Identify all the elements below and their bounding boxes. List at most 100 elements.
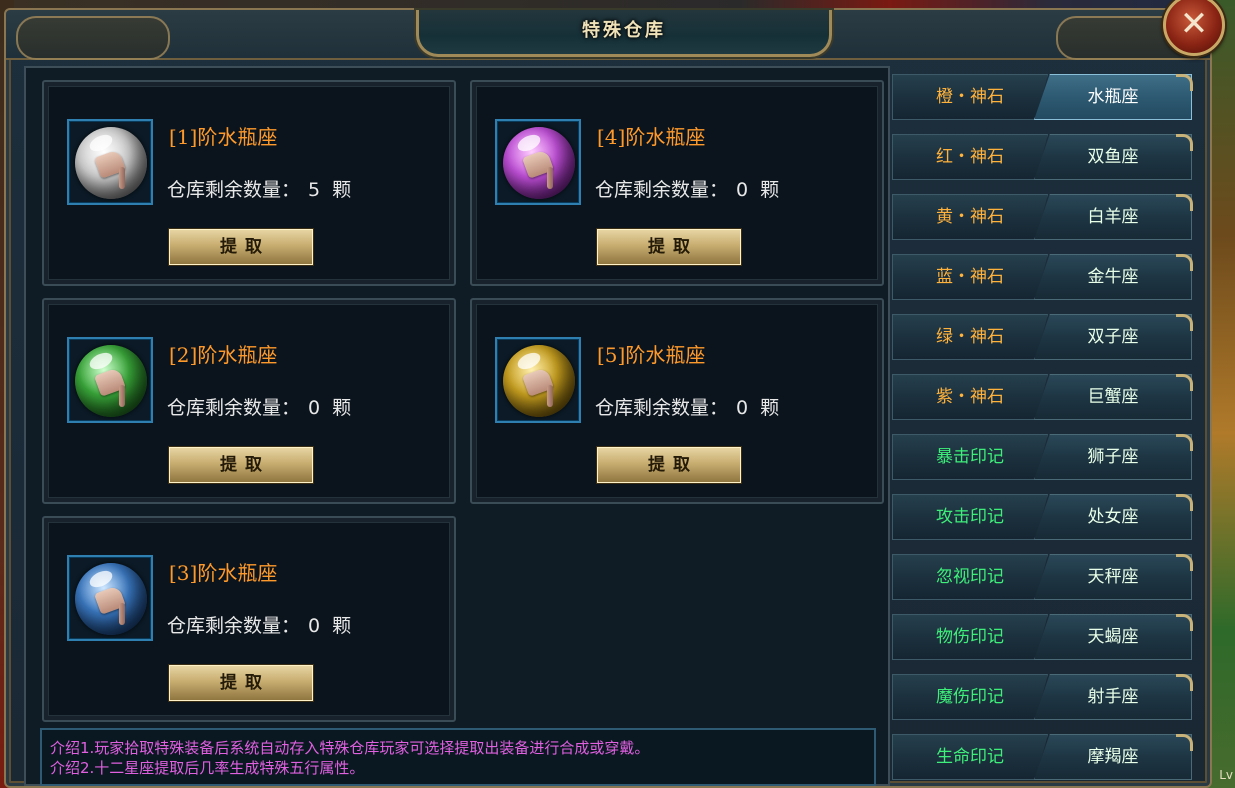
slot-inner: [5]阶水瓶座 仓库剩余数量： 0 颗 提取 bbox=[476, 304, 878, 498]
slot-inner: [3]阶水瓶座 仓库剩余数量： 0 颗 提取 bbox=[48, 522, 450, 716]
count-value: 5 bbox=[308, 179, 321, 201]
intro-box: 介绍1.玩家拾取特殊装备后系统自动存入特殊仓库玩家可选择提取出装备进行合成或穿戴… bbox=[40, 728, 876, 786]
tab-row: 忽视印记 天秤座 bbox=[892, 554, 1194, 604]
title-plate: 特殊仓库 bbox=[416, 10, 832, 57]
tab-hook-ornament bbox=[1176, 554, 1193, 571]
tab-zodiac[interactable]: 天秤座 bbox=[1034, 554, 1192, 600]
tab-category[interactable]: 忽视印记 bbox=[892, 554, 1048, 600]
tab-zodiac[interactable]: 狮子座 bbox=[1034, 434, 1192, 480]
tab-hook-ornament bbox=[1176, 494, 1193, 511]
warehouse-slot-4: [4]阶水瓶座 仓库剩余数量： 0 颗 提取 bbox=[470, 80, 884, 286]
count-value: 0 bbox=[308, 397, 321, 419]
slot-name: [3]阶水瓶座 bbox=[169, 561, 278, 585]
tab-hook-ornament bbox=[1176, 134, 1193, 151]
bottle-tail bbox=[547, 385, 553, 407]
warehouse-slot-5: [5]阶水瓶座 仓库剩余数量： 0 颗 提取 bbox=[470, 298, 884, 504]
count-line: 仓库剩余数量： 5 颗 bbox=[167, 175, 351, 202]
tab-zodiac[interactable]: 金牛座 bbox=[1034, 254, 1192, 300]
level-label: Lv bbox=[1219, 768, 1233, 782]
bottle-tail bbox=[547, 167, 553, 189]
item-frame[interactable] bbox=[67, 337, 153, 423]
extract-button[interactable]: 提取 bbox=[168, 446, 314, 484]
tab-category[interactable]: 黄・神石 bbox=[892, 194, 1048, 240]
tab-hook-ornament bbox=[1176, 434, 1193, 451]
tab-row: 紫・神石 巨蟹座 bbox=[892, 374, 1194, 424]
count-line: 仓库剩余数量： 0 颗 bbox=[595, 393, 779, 420]
tab-hook-ornament bbox=[1176, 194, 1193, 211]
purple-orb-icon bbox=[503, 127, 575, 199]
count-unit: 颗 bbox=[332, 397, 352, 419]
intro-line-1: 介绍1.玩家拾取特殊装备后系统自动存入特殊仓库玩家可选择提取出装备进行合成或穿戴… bbox=[50, 739, 650, 757]
item-frame[interactable] bbox=[67, 555, 153, 641]
tab-category[interactable]: 物伤印记 bbox=[892, 614, 1048, 660]
item-frame[interactable] bbox=[495, 337, 581, 423]
count-unit: 颗 bbox=[332, 615, 352, 637]
extract-button[interactable]: 提取 bbox=[596, 446, 742, 484]
count-label: 仓库剩余数量： bbox=[167, 179, 301, 201]
tab-category[interactable]: 绿・神石 bbox=[892, 314, 1048, 360]
tab-zodiac[interactable]: 双鱼座 bbox=[1034, 134, 1192, 180]
tab-category[interactable]: 蓝・神石 bbox=[892, 254, 1048, 300]
count-value: 0 bbox=[736, 397, 749, 419]
warehouse-slot-1: [1]阶水瓶座 仓库剩余数量： 5 颗 提取 bbox=[42, 80, 456, 286]
bottle-tail bbox=[119, 167, 125, 189]
count-line: 仓库剩余数量： 0 颗 bbox=[167, 393, 351, 420]
bottle-tail bbox=[119, 603, 125, 625]
intro-line-2: 介绍2.十二星座提取后几率生成特殊五行属性。 bbox=[50, 759, 365, 777]
window-top-bar: 特殊仓库 bbox=[6, 10, 1210, 60]
item-frame[interactable] bbox=[67, 119, 153, 205]
slot-inner: [1]阶水瓶座 仓库剩余数量： 5 颗 提取 bbox=[48, 86, 450, 280]
tab-row: 攻击印记 处女座 bbox=[892, 494, 1194, 544]
warehouse-content-panel: [1]阶水瓶座 仓库剩余数量： 5 颗 提取 [4]阶水瓶座 仓库剩余数量： 0 颗 提… bbox=[24, 66, 890, 786]
count-label: 仓库剩余数量： bbox=[167, 397, 301, 419]
window-title: 特殊仓库 bbox=[582, 20, 666, 41]
tab-zodiac[interactable]: 水瓶座 bbox=[1034, 74, 1192, 120]
slot-name: [5]阶水瓶座 bbox=[597, 343, 706, 367]
tab-hook-ornament bbox=[1176, 254, 1193, 271]
tab-hook-ornament bbox=[1176, 74, 1193, 91]
extract-button[interactable]: 提取 bbox=[168, 228, 314, 266]
count-label: 仓库剩余数量： bbox=[595, 179, 729, 201]
count-label: 仓库剩余数量： bbox=[167, 615, 301, 637]
tab-hook-ornament bbox=[1176, 314, 1193, 331]
tab-hook-ornament bbox=[1176, 614, 1193, 631]
warehouse-slot-3: [3]阶水瓶座 仓库剩余数量： 0 颗 提取 bbox=[42, 516, 456, 722]
tab-row: 黄・神石 白羊座 bbox=[892, 194, 1194, 244]
tab-category[interactable]: 攻击印记 bbox=[892, 494, 1048, 540]
tab-zodiac[interactable]: 天蝎座 bbox=[1034, 614, 1192, 660]
extract-button[interactable]: 提取 bbox=[596, 228, 742, 266]
tab-zodiac[interactable]: 巨蟹座 bbox=[1034, 374, 1192, 420]
tab-category[interactable]: 暴击印记 bbox=[892, 434, 1048, 480]
blue-orb-icon bbox=[75, 563, 147, 635]
tab-zodiac[interactable]: 双子座 bbox=[1034, 314, 1192, 360]
count-unit: 颗 bbox=[332, 179, 352, 201]
count-label: 仓库剩余数量： bbox=[595, 397, 729, 419]
tab-zodiac[interactable]: 白羊座 bbox=[1034, 194, 1192, 240]
tab-category[interactable]: 紫・神石 bbox=[892, 374, 1048, 420]
count-line: 仓库剩余数量： 0 颗 bbox=[595, 175, 779, 202]
tab-zodiac[interactable]: 摩羯座 bbox=[1034, 734, 1192, 780]
slot-name: [1]阶水瓶座 bbox=[169, 125, 278, 149]
silver-orb-icon bbox=[75, 127, 147, 199]
count-value: 0 bbox=[736, 179, 749, 201]
count-unit: 颗 bbox=[760, 179, 780, 201]
tab-zodiac[interactable]: 射手座 bbox=[1034, 674, 1192, 720]
green-orb-icon bbox=[75, 345, 147, 417]
tab-zodiac[interactable]: 处女座 bbox=[1034, 494, 1192, 540]
tab-hook-ornament bbox=[1176, 674, 1193, 691]
count-line: 仓库剩余数量： 0 颗 bbox=[167, 611, 351, 638]
tab-row: 绿・神石 双子座 bbox=[892, 314, 1194, 364]
slot-name: [4]阶水瓶座 bbox=[597, 125, 706, 149]
tab-row: 魔伤印记 射手座 bbox=[892, 674, 1194, 724]
item-frame[interactable] bbox=[495, 119, 581, 205]
left-ornament bbox=[16, 16, 170, 60]
count-unit: 颗 bbox=[760, 397, 780, 419]
tab-category[interactable]: 红・神石 bbox=[892, 134, 1048, 180]
gold-orb-icon bbox=[503, 345, 575, 417]
extract-button[interactable]: 提取 bbox=[168, 664, 314, 702]
tab-category[interactable]: 魔伤印记 bbox=[892, 674, 1048, 720]
tab-category[interactable]: 生命印记 bbox=[892, 734, 1048, 780]
tab-hook-ornament bbox=[1176, 734, 1193, 751]
tab-row: 蓝・神石 金牛座 bbox=[892, 254, 1194, 304]
tab-category[interactable]: 橙・神石 bbox=[892, 74, 1048, 120]
